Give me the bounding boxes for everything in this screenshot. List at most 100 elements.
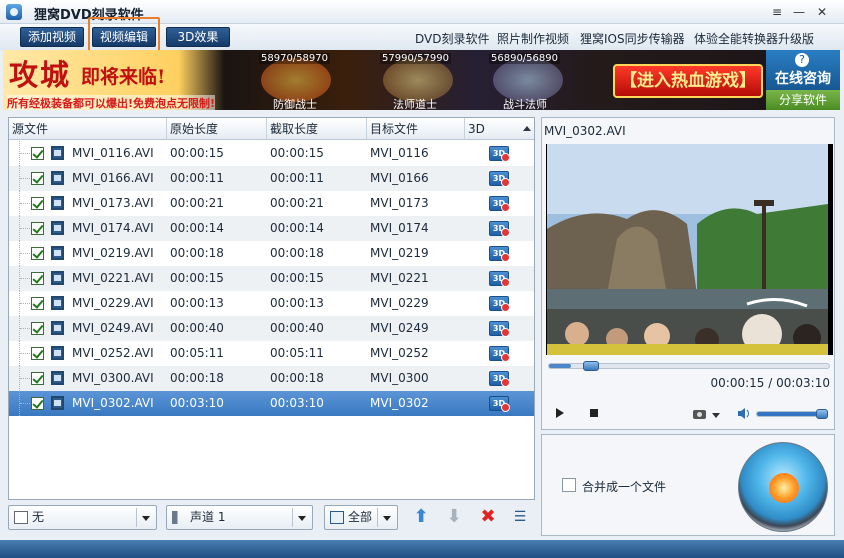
3d-settings-icon[interactable]: 3D — [489, 371, 510, 387]
up-arrow-icon[interactable]: ⬆ — [411, 507, 431, 527]
video-edit-highlight — [88, 17, 160, 54]
volume-slider[interactable] — [756, 409, 828, 419]
banner-subtitle: 所有经极装备都可以爆出!免费泡点无限制! — [7, 95, 216, 110]
minimize-button[interactable]: — — [791, 4, 807, 20]
target-file[interactable]: MVI_0300 — [370, 366, 429, 391]
sort-up-icon[interactable] — [523, 126, 531, 131]
clip-length: 00:00:15 — [270, 271, 324, 285]
3d-settings-icon[interactable]: 3D — [489, 146, 510, 162]
table-row[interactable]: MVI_0166.AVI 00:00:11 00:00:11 MVI_0166 3D — [9, 166, 534, 191]
film-icon — [51, 246, 64, 260]
target-file[interactable]: MVI_0249 — [370, 316, 429, 341]
tree-branch — [20, 303, 30, 304]
table-row[interactable]: MVI_0252.AVI 00:05:11 00:05:11 MVI_0252 3D — [9, 341, 534, 366]
share-software-button[interactable]: 分享软件 — [766, 90, 840, 110]
scope-select[interactable]: 全部 — [324, 505, 398, 530]
3d-settings-icon[interactable]: 3D — [489, 196, 510, 212]
3d-effect-button[interactable]: 3D效果 — [166, 27, 230, 47]
3d-settings-icon[interactable]: 3D — [489, 396, 510, 412]
chevron-down-icon — [298, 516, 306, 521]
camera-icon[interactable] — [693, 410, 706, 419]
header-clip-length[interactable]: 截取长度 — [267, 118, 367, 140]
play-icon[interactable] — [556, 408, 564, 418]
row-checkbox[interactable] — [31, 322, 44, 335]
burn-disc-button[interactable] — [738, 442, 828, 532]
link-converter-upgrade[interactable]: 体验全能转换器升级版 — [694, 30, 814, 47]
table-row[interactable]: MVI_0116.AVI 00:00:15 00:00:15 MVI_0116 3D — [9, 141, 534, 166]
original-length: 00:00:15 — [170, 146, 224, 160]
row-checkbox[interactable] — [31, 172, 44, 185]
link-photo-video[interactable]: 照片制作视频 — [497, 30, 569, 47]
delete-icon[interactable]: ✖ — [478, 507, 498, 527]
target-file[interactable]: MVI_0173 — [370, 191, 429, 216]
edit-icon — [330, 511, 344, 524]
header-source[interactable]: 源文件 — [9, 118, 167, 140]
3d-settings-icon[interactable]: 3D — [489, 321, 510, 337]
target-file[interactable]: MVI_0302 — [370, 391, 429, 416]
enter-game-button[interactable]: 【进入热血游戏】 — [613, 64, 763, 98]
seek-handle[interactable] — [583, 361, 600, 371]
link-ios-sync[interactable]: 狸窝IOS同步传输器 — [580, 30, 685, 47]
target-file[interactable]: MVI_0116 — [370, 141, 429, 166]
target-file[interactable]: MVI_0174 — [370, 216, 429, 241]
target-file[interactable]: MVI_0229 — [370, 291, 429, 316]
row-checkbox[interactable] — [31, 372, 44, 385]
ad-banner[interactable]: 攻城 即将来临! 所有经极装备都可以爆出!免费泡点无限制! 58970/5897… — [3, 50, 766, 110]
preview-filename: MVI_0302.AVI — [544, 124, 626, 138]
3d-settings-icon[interactable]: 3D — [489, 271, 510, 287]
original-length: 00:00:40 — [170, 321, 224, 335]
table-row[interactable]: MVI_0249.AVI 00:00:40 00:00:40 MVI_0249 3D — [9, 316, 534, 341]
volume-icon[interactable] — [738, 408, 750, 419]
chevron-down-icon[interactable] — [712, 413, 720, 418]
3d-settings-icon[interactable]: 3D — [489, 246, 510, 262]
header-target-file[interactable]: 目标文件 — [367, 118, 465, 140]
add-video-button[interactable]: 添加视频 — [20, 27, 84, 47]
table-row[interactable]: MVI_0302.AVI 00:03:10 00:03:10 MVI_0302 3D — [9, 391, 534, 416]
menu-icon[interactable]: ≡ — [769, 4, 785, 20]
table-row[interactable]: MVI_0173.AVI 00:00:21 00:00:21 MVI_0173 3D — [9, 191, 534, 216]
row-checkbox[interactable] — [31, 297, 44, 310]
help-icon[interactable]: ? — [795, 53, 809, 67]
volume-handle[interactable] — [815, 409, 828, 419]
table-row[interactable]: MVI_0300.AVI 00:00:18 00:00:18 MVI_0300 3D — [9, 366, 534, 391]
row-checkbox[interactable] — [31, 397, 44, 410]
subtitle-select[interactable]: 无 — [8, 505, 157, 530]
close-button[interactable]: ✕ — [814, 4, 830, 20]
row-checkbox[interactable] — [31, 222, 44, 235]
row-checkbox[interactable] — [31, 247, 44, 260]
table-row[interactable]: MVI_0174.AVI 00:00:14 00:00:14 MVI_0174 3D — [9, 216, 534, 241]
stop-icon[interactable] — [590, 409, 598, 417]
link-dvd-burner[interactable]: DVD刻录软件 — [415, 30, 489, 47]
row-checkbox[interactable] — [31, 272, 44, 285]
down-arrow-icon[interactable]: ⬇ — [444, 507, 464, 527]
row-checkbox[interactable] — [31, 147, 44, 160]
table-row[interactable]: MVI_0221.AVI 00:00:15 00:00:15 MVI_0221 3D — [9, 266, 534, 291]
table-row[interactable]: MVI_0219.AVI 00:00:18 00:00:18 MVI_0219 3D — [9, 241, 534, 266]
audio-track-select[interactable]: 声道 1 — [166, 505, 313, 530]
film-icon — [51, 371, 64, 385]
video-player[interactable] — [546, 144, 833, 355]
table-row[interactable]: MVI_0229.AVI 00:00:13 00:00:13 MVI_0229 3D — [9, 291, 534, 316]
tree-branch — [20, 328, 30, 329]
target-file[interactable]: MVI_0219 — [370, 241, 429, 266]
subtitle-value: 无 — [32, 510, 45, 524]
original-length: 00:00:15 — [170, 271, 224, 285]
tree-branch — [20, 178, 30, 179]
target-file[interactable]: MVI_0166 — [370, 166, 429, 191]
3d-settings-icon[interactable]: 3D — [489, 296, 510, 312]
header-original-length[interactable]: 原始长度 — [167, 118, 267, 140]
target-file[interactable]: MVI_0252 — [370, 341, 429, 366]
merge-checkbox[interactable] — [562, 478, 576, 492]
source-file: MVI_0252.AVI — [72, 346, 154, 360]
film-icon — [51, 221, 64, 235]
3d-settings-icon[interactable]: 3D — [489, 171, 510, 187]
target-file[interactable]: MVI_0221 — [370, 266, 429, 291]
seek-bar[interactable] — [548, 361, 830, 371]
clear-list-icon[interactable]: ☰ — [510, 507, 530, 527]
3d-settings-icon[interactable]: 3D — [489, 346, 510, 362]
source-file: MVI_0166.AVI — [72, 171, 154, 185]
audio-track-value: 声道 1 — [190, 510, 226, 524]
3d-settings-icon[interactable]: 3D — [489, 221, 510, 237]
row-checkbox[interactable] — [31, 347, 44, 360]
row-checkbox[interactable] — [31, 197, 44, 210]
